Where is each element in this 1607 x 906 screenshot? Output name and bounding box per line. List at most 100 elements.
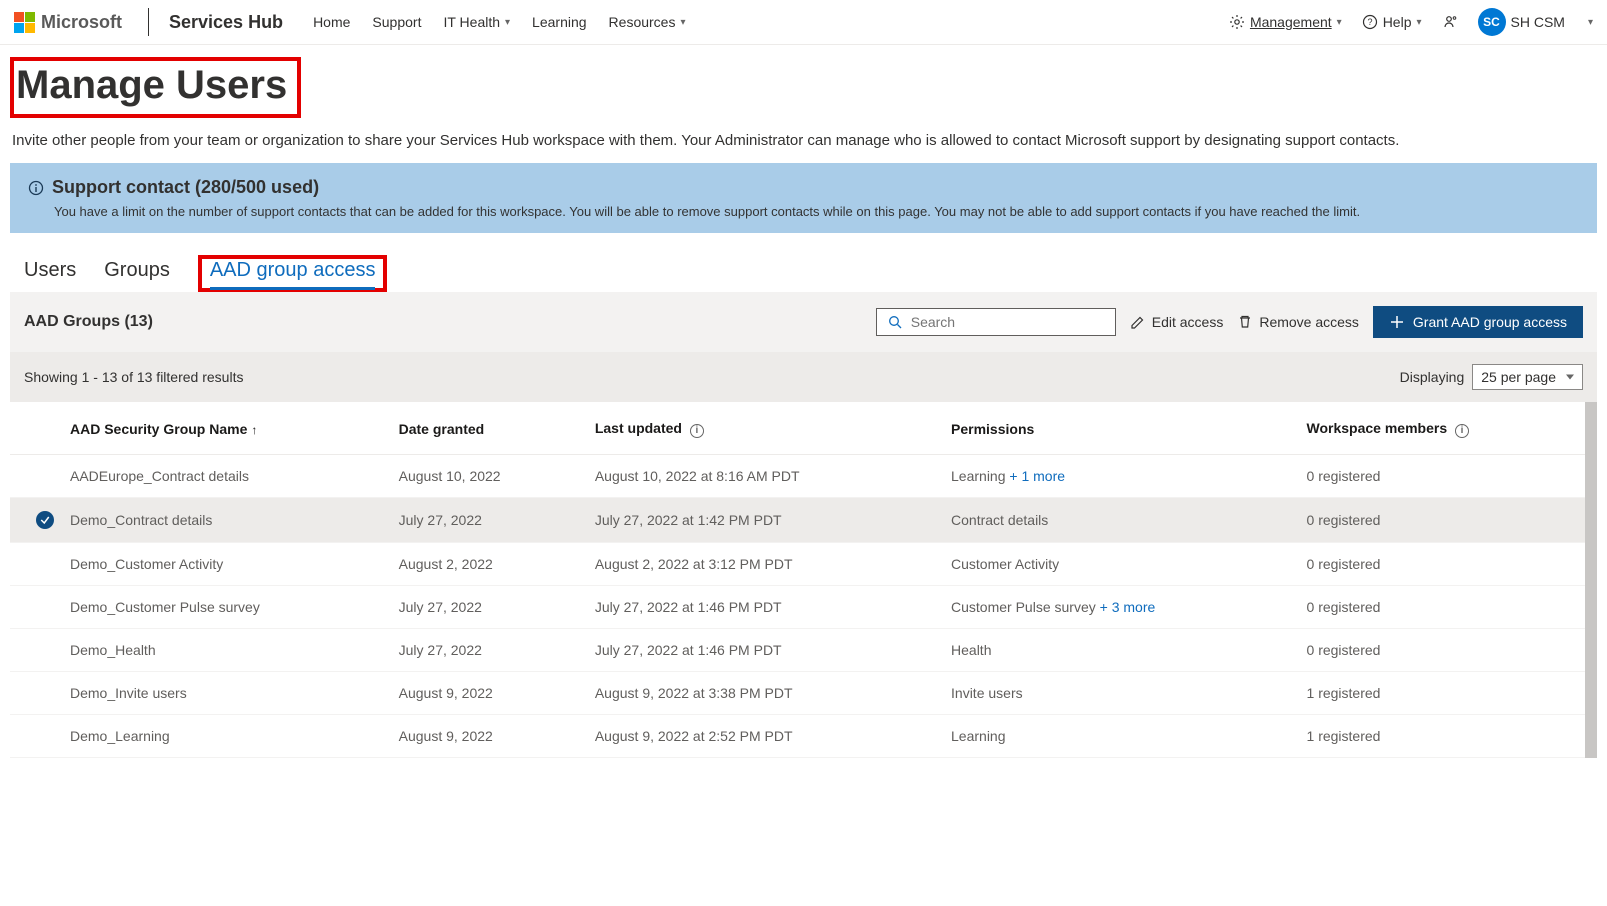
info-icon xyxy=(28,180,44,196)
cell-group-name: AADEurope_Contract details xyxy=(66,454,387,497)
per-page-select[interactable]: 25 per page xyxy=(1472,364,1583,390)
nav-home[interactable]: Home xyxy=(313,14,350,30)
cell-members: 1 registered xyxy=(1295,671,1585,714)
displaying-label: Displaying xyxy=(1400,369,1465,385)
microsoft-logo-icon xyxy=(14,12,35,33)
cell-last-updated: August 2, 2022 at 3:12 PM PDT xyxy=(583,542,939,585)
row-select-cell[interactable] xyxy=(10,628,66,671)
page-title: Manage Users xyxy=(16,63,287,108)
search-box[interactable] xyxy=(876,308,1116,336)
chevron-down-icon: ▾ xyxy=(1588,17,1593,28)
row-select-cell[interactable] xyxy=(10,585,66,628)
cell-group-name: Demo_Health xyxy=(66,628,387,671)
cell-members: 0 registered xyxy=(1295,454,1585,497)
search-input[interactable] xyxy=(911,314,1105,330)
edit-icon xyxy=(1130,314,1146,330)
edit-access-label: Edit access xyxy=(1152,314,1224,330)
cell-date-granted: July 27, 2022 xyxy=(387,585,583,628)
col-select xyxy=(10,402,66,454)
cell-permissions: Learning + 1 more xyxy=(939,454,1295,497)
svg-text:?: ? xyxy=(1367,17,1372,27)
table-row[interactable]: Demo_Invite usersAugust 9, 2022August 9,… xyxy=(10,671,1585,714)
primary-nav: Home Support IT Health ▾ Learning Resour… xyxy=(313,14,685,30)
cell-last-updated: July 27, 2022 at 1:46 PM PDT xyxy=(583,585,939,628)
table-row[interactable]: Demo_Customer Pulse surveyJuly 27, 2022J… xyxy=(10,585,1585,628)
nav-resources-label: Resources xyxy=(609,14,676,30)
banner-title: Support contact (280/500 used) xyxy=(52,177,319,198)
chevron-down-icon: ▾ xyxy=(1337,17,1342,28)
top-nav: Microsoft Services Hub Home Support IT H… xyxy=(0,0,1607,45)
tab-users[interactable]: Users xyxy=(24,259,76,288)
col-permissions[interactable]: Permissions xyxy=(939,402,1295,454)
table-row[interactable]: Demo_Contract detailsJuly 27, 2022July 2… xyxy=(10,497,1585,542)
grant-access-label: Grant AAD group access xyxy=(1413,314,1567,330)
nav-learning[interactable]: Learning xyxy=(532,14,587,30)
plus-icon xyxy=(1389,314,1405,330)
microsoft-logo[interactable]: Microsoft xyxy=(14,12,122,33)
hub-title[interactable]: Services Hub xyxy=(169,12,283,33)
management-label: Management xyxy=(1250,14,1332,30)
table-row[interactable]: AADEurope_Contract details August 10, 202… xyxy=(10,454,1585,497)
row-select-cell[interactable] xyxy=(10,497,66,542)
table-scroll[interactable]: AAD Security Group Name ↑ Date granted La… xyxy=(10,402,1597,758)
cell-permissions: Invite users xyxy=(939,671,1295,714)
nav-it-health[interactable]: IT Health ▾ xyxy=(443,14,510,30)
tab-aad-group-access[interactable]: AAD group access xyxy=(210,259,376,290)
brand-label: Microsoft xyxy=(41,12,122,33)
row-select-cell[interactable] xyxy=(10,671,66,714)
remove-access-label: Remove access xyxy=(1259,314,1359,330)
col-date[interactable]: Date granted xyxy=(387,402,583,454)
table-row[interactable]: Demo_HealthJuly 27, 2022July 27, 2022 at… xyxy=(10,628,1585,671)
sort-asc-icon: ↑ xyxy=(251,423,257,437)
help-menu[interactable]: ? Help ▾ xyxy=(1362,14,1422,30)
notifications[interactable] xyxy=(1442,14,1458,30)
cell-group-name: Demo_Customer Pulse survey xyxy=(66,585,387,628)
cell-permissions: Customer Pulse survey + 3 more xyxy=(939,585,1295,628)
user-menu[interactable]: SC SH CSM ▾ xyxy=(1478,8,1593,36)
cell-last-updated: August 10, 2022 at 8:16 AM PDT xyxy=(583,454,939,497)
nav-resources[interactable]: Resources ▾ xyxy=(609,14,686,30)
cell-members: 0 registered xyxy=(1295,542,1585,585)
help-label: Help xyxy=(1383,14,1412,30)
permissions-more-link[interactable]: + 1 more xyxy=(1006,468,1066,484)
banner-title-row: Support contact (280/500 used) xyxy=(28,177,1579,198)
tab-groups[interactable]: Groups xyxy=(104,259,170,288)
cell-permissions: Learning xyxy=(939,714,1295,757)
col-name-label: AAD Security Group Name xyxy=(70,421,247,437)
cell-date-granted: August 2, 2022 xyxy=(387,542,583,585)
cell-date-granted: August 9, 2022 xyxy=(387,671,583,714)
table-row[interactable]: Demo_Customer ActivityAugust 2, 2022Augu… xyxy=(10,542,1585,585)
filter-bar: Showing 1 - 13 of 13 filtered results Di… xyxy=(10,352,1597,402)
table-row[interactable]: Demo_LearningAugust 9, 2022August 9, 202… xyxy=(10,714,1585,757)
permissions-more-link[interactable]: + 3 more xyxy=(1096,599,1156,615)
info-icon[interactable]: i xyxy=(690,424,704,438)
col-name[interactable]: AAD Security Group Name ↑ xyxy=(66,402,387,454)
cell-date-granted: July 27, 2022 xyxy=(387,497,583,542)
col-members-label: Workspace members xyxy=(1307,420,1448,436)
cell-last-updated: August 9, 2022 at 3:38 PM PDT xyxy=(583,671,939,714)
chevron-down-icon: ▾ xyxy=(680,17,685,28)
cell-members: 0 registered xyxy=(1295,628,1585,671)
aad-groups-count: AAD Groups (13) xyxy=(24,313,153,331)
page-body: Manage Users Invite other people from yo… xyxy=(0,45,1607,758)
info-icon[interactable]: i xyxy=(1455,424,1469,438)
divider xyxy=(148,8,149,36)
cell-members: 0 registered xyxy=(1295,585,1585,628)
gear-icon xyxy=(1229,14,1245,30)
edit-access-button[interactable]: Edit access xyxy=(1130,314,1224,330)
remove-access-button[interactable]: Remove access xyxy=(1237,314,1359,330)
row-select-cell[interactable] xyxy=(10,542,66,585)
grant-access-button[interactable]: Grant AAD group access xyxy=(1373,306,1583,338)
user-name: SH CSM xyxy=(1511,14,1565,30)
cell-group-name: Demo_Invite users xyxy=(66,671,387,714)
col-updated-label: Last updated xyxy=(595,420,682,436)
secondary-nav: Management ▾ ? Help ▾ SC SH CSM ▾ xyxy=(1229,8,1593,36)
col-members[interactable]: Workspace members i xyxy=(1295,402,1585,454)
management-menu[interactable]: Management ▾ xyxy=(1229,14,1342,30)
row-select-cell[interactable] xyxy=(10,714,66,757)
col-updated[interactable]: Last updated i xyxy=(583,402,939,454)
cell-group-name: Demo_Customer Activity xyxy=(66,542,387,585)
nav-support[interactable]: Support xyxy=(372,14,421,30)
row-select-cell[interactable] xyxy=(10,454,66,497)
aad-groups-table: AAD Security Group Name ↑ Date granted La… xyxy=(10,402,1585,758)
